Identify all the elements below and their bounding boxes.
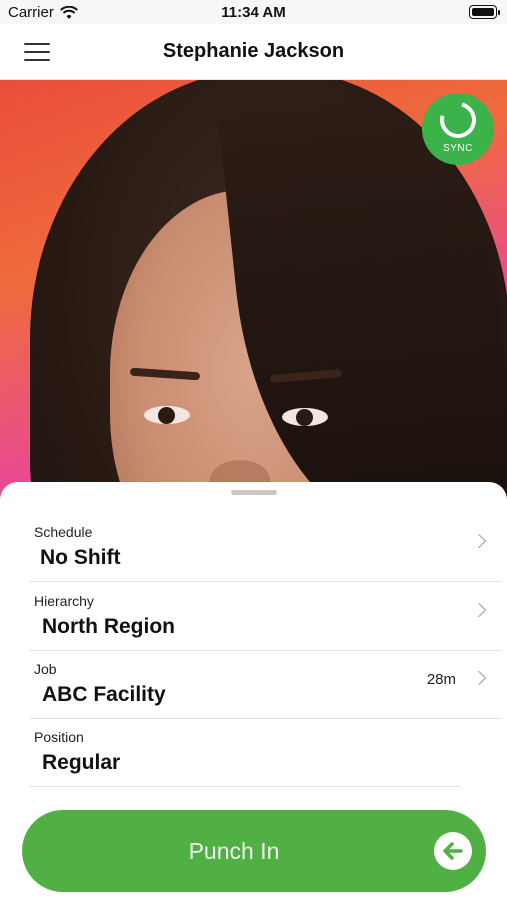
- battery-icon: [469, 5, 500, 19]
- job-value: ABC Facility: [42, 683, 166, 706]
- nav-bar: Stephanie Jackson: [0, 24, 507, 80]
- arrow-left-circle-icon: [434, 832, 472, 870]
- punch-in-label: Punch In: [188, 838, 280, 864]
- sync-button[interactable]: SYNC: [422, 93, 494, 165]
- hierarchy-value: North Region: [42, 615, 175, 638]
- hierarchy-row[interactable]: Hierarchy North Region: [30, 583, 502, 651]
- schedule-row[interactable]: Schedule No Shift: [30, 514, 502, 582]
- status-bar: Carrier 11:34 AM: [0, 0, 507, 24]
- hierarchy-label: Hierarchy: [34, 593, 94, 609]
- sheet-grabber[interactable]: [231, 490, 277, 495]
- job-label: Job: [34, 661, 57, 677]
- chevron-right-icon: [471, 670, 487, 686]
- position-row[interactable]: Position Regular: [30, 719, 460, 787]
- sync-label: SYNC: [443, 143, 473, 154]
- position-value: Regular: [42, 751, 121, 774]
- sync-icon: [433, 95, 483, 145]
- status-time: 11:34 AM: [221, 4, 286, 21]
- page-title: Stephanie Jackson: [162, 40, 345, 62]
- job-duration: 28m: [426, 671, 456, 688]
- job-row[interactable]: Job ABC Facility 28m: [30, 651, 502, 719]
- schedule-label: Schedule: [34, 524, 93, 540]
- schedule-value: No Shift: [40, 546, 121, 569]
- punch-in-button[interactable]: Punch In: [22, 810, 486, 892]
- position-label: Position: [34, 729, 84, 745]
- chevron-right-icon: [471, 602, 487, 618]
- chevron-right-icon: [471, 533, 487, 549]
